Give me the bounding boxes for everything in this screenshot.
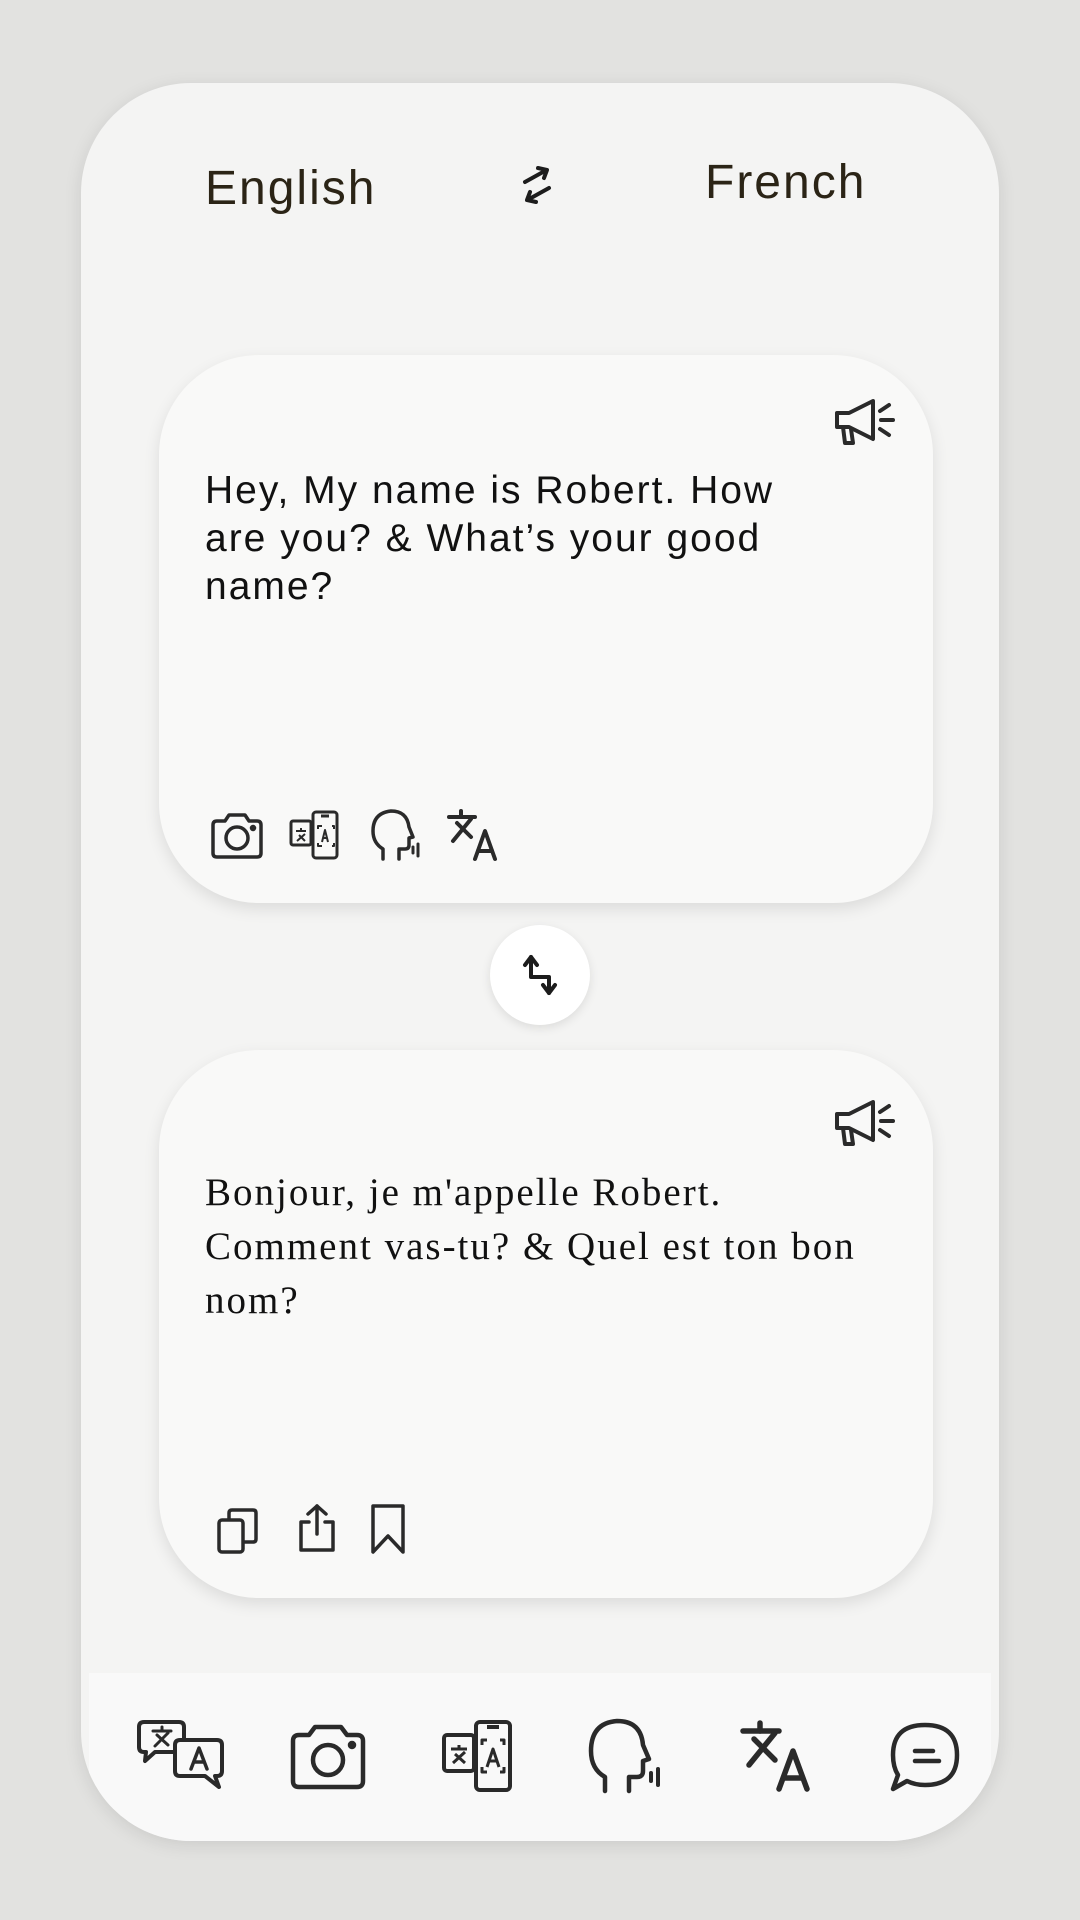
- conversation-translate-icon: [137, 1720, 224, 1789]
- translated-text-card: Bonjour, je m'appelle Robert. Comment va…: [159, 1050, 933, 1598]
- copy-icon: [217, 1508, 258, 1554]
- screen-translate-icon: [442, 1720, 512, 1792]
- screen-translate-button[interactable]: [289, 809, 341, 861]
- nav-chat[interactable]: [889, 1721, 961, 1793]
- camera-input-button[interactable]: [209, 811, 265, 861]
- megaphone-icon: [835, 399, 895, 445]
- copy-button[interactable]: [215, 1506, 261, 1556]
- screen-translate-icon: [289, 810, 339, 860]
- nav-text-translate[interactable]: [739, 1719, 815, 1793]
- nav-conversation[interactable]: [135, 1719, 227, 1791]
- bookmark-button[interactable]: [367, 1502, 409, 1556]
- swap-vertical-icon: [523, 955, 557, 995]
- text-translate-button[interactable]: [445, 807, 501, 863]
- camera-icon: [290, 1724, 366, 1790]
- swap-horizontal-icon: [523, 166, 551, 204]
- voice-icon: [371, 809, 420, 861]
- nav-camera[interactable]: [289, 1723, 367, 1791]
- swap-languages-button[interactable]: [511, 160, 563, 212]
- source-text-card: Hey, My name is Robert. How are you? & W…: [159, 355, 933, 903]
- voice-icon: [588, 1718, 660, 1794]
- voice-input-button[interactable]: [369, 807, 423, 863]
- swap-text-button[interactable]: [490, 925, 590, 1025]
- camera-icon: [211, 813, 263, 859]
- translate-icon: [740, 1720, 810, 1792]
- translate-icon: [447, 809, 497, 861]
- bookmark-icon: [371, 1504, 405, 1554]
- nav-voice[interactable]: [587, 1717, 663, 1795]
- chat-icon: [890, 1722, 960, 1792]
- source-text[interactable]: Hey, My name is Robert. How are you? & W…: [205, 467, 845, 611]
- bottom-navigation: [89, 1673, 991, 1841]
- target-language-selector[interactable]: French: [705, 155, 866, 210]
- share-button[interactable]: [295, 1502, 339, 1554]
- share-icon: [299, 1504, 335, 1552]
- translated-text: Bonjour, je m'appelle Robert. Comment va…: [205, 1171, 856, 1322]
- nav-screen-translate[interactable]: [442, 1719, 514, 1793]
- app-screen: English French Hey, My name is Robert. H…: [81, 83, 999, 1841]
- source-speak-button[interactable]: [833, 393, 899, 449]
- source-language-selector[interactable]: English: [205, 161, 376, 216]
- target-speak-button[interactable]: [833, 1094, 899, 1150]
- megaphone-icon: [835, 1100, 895, 1146]
